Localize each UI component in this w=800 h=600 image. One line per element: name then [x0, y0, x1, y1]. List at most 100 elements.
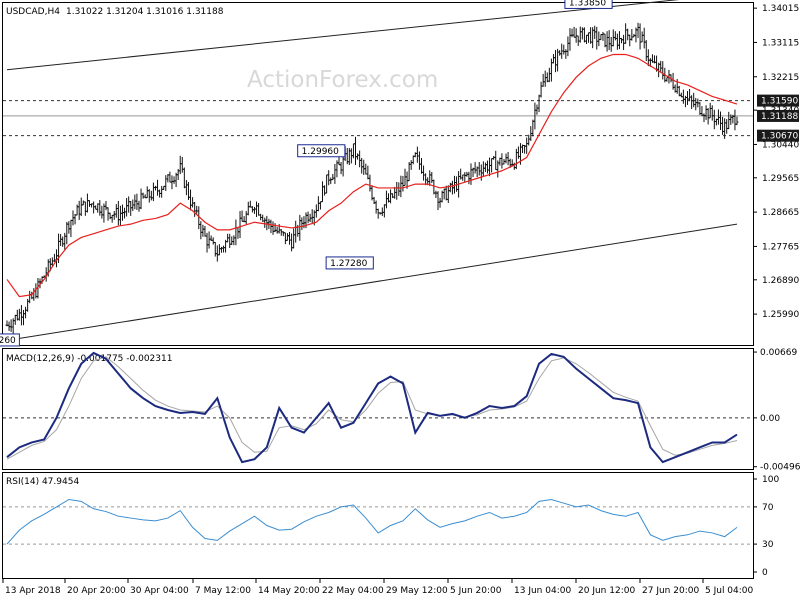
ohlc-bar: [725, 119, 729, 134]
time-tick-label: 30 Apr 04:00: [130, 586, 189, 596]
callout-label: 1.29960: [302, 147, 339, 157]
ohlc-bar: [735, 116, 739, 126]
ohlc-bar: [615, 33, 619, 50]
ohlc-bar: [719, 111, 723, 131]
ohlc-bar: [145, 186, 149, 199]
ohlc-bar: [485, 160, 489, 174]
ohlc-bar: [263, 217, 267, 228]
ohlc-bar: [65, 221, 69, 245]
macd-layer: [3, 351, 753, 464]
ohlc-bar: [100, 205, 104, 219]
ohlc-bar: [211, 237, 215, 245]
time-tick-label: 27 Jun 20:00: [642, 586, 699, 596]
ohlc-bar: [539, 81, 543, 98]
ohlc-bar: [236, 227, 240, 239]
ohlc-bar: [572, 26, 576, 38]
ohlc-bar: [21, 309, 25, 326]
ohlc-bar: [622, 34, 626, 51]
ohlc-bar: [178, 155, 182, 175]
ohlc-label: 1.31022 1.31204 1.31016 1.31188: [66, 7, 224, 17]
ohlc-bar: [248, 200, 252, 208]
ohlc-bar: [13, 314, 17, 325]
ohlc-bar: [149, 190, 153, 201]
ohlc-bar: [432, 179, 436, 195]
ohlc-bar: [104, 200, 108, 211]
ohlc-bar: [568, 28, 572, 51]
ohlc-bar: [234, 219, 238, 246]
rsi-tick-label: 0: [762, 568, 768, 578]
ohlc-bar: [213, 241, 217, 257]
time-tick-label: 14 May 20:00: [258, 586, 320, 596]
ohlc-bar: [617, 31, 621, 50]
ohlc-bar: [549, 58, 553, 82]
ohlc-bar: [428, 170, 432, 186]
ohlc-bar: [69, 219, 73, 238]
time-axis: 13 Apr 2018 20 Apr 20:00 30 Apr 04:00 7 May…: [2, 578, 754, 596]
ohlc-bar: [506, 151, 510, 166]
macd-panel-frame: [2, 348, 754, 470]
ohlc-bar: [461, 174, 465, 181]
ohlc-bar: [436, 191, 440, 211]
ohlc-bar: [141, 192, 145, 199]
ohlc-bar: [135, 193, 139, 210]
ohlc-bar: [551, 54, 555, 64]
ohlc-bar: [595, 26, 599, 50]
ohlc-bar: [96, 203, 100, 213]
price-tick-label: 1.27765: [762, 242, 799, 252]
ohlc-bar: [702, 113, 706, 123]
ohlc-bar: [446, 185, 450, 203]
ohlc-bar: [170, 175, 174, 190]
price-tick-label: 1.28665: [762, 208, 799, 218]
ohlc-bar: [98, 200, 102, 216]
ohlc-bar: [244, 211, 248, 225]
ohlc-bar: [81, 200, 85, 206]
ohlc-bar: [73, 213, 77, 225]
ohlc-bar: [686, 91, 690, 105]
ohlc-bar: [191, 197, 195, 208]
ohlc-bar: [329, 177, 333, 185]
ohlc-bar: [232, 235, 236, 246]
ohlc-bar: [19, 305, 23, 326]
ohlc-bar: [661, 61, 665, 80]
rsi-line: [6, 498, 738, 545]
ohlc-bar: [271, 221, 275, 235]
ohlc-bar: [620, 37, 624, 44]
ohlc-bar: [500, 153, 504, 169]
ohlc-bar: [125, 198, 129, 217]
ohlc-bar: [323, 185, 327, 196]
ohlc-bar: [636, 22, 640, 38]
ohlc-bar: [469, 163, 473, 185]
ohlc-bar: [222, 245, 226, 253]
ohlc-bar: [358, 150, 362, 168]
ohlc-bar: [238, 211, 242, 239]
ohlc-bar: [417, 151, 421, 170]
ohlc-bar: [481, 161, 485, 177]
ohlc-bar: [401, 175, 405, 192]
ohlc-bar: [137, 200, 141, 212]
price-panel-frame: [2, 2, 754, 346]
ohlc-bar: [434, 190, 438, 199]
ohlc-bar: [339, 162, 343, 175]
ohlc-bar: [630, 29, 634, 41]
ohlc-bar: [207, 231, 211, 249]
ohlc-bar: [228, 233, 232, 248]
ohlc-bar: [189, 189, 193, 211]
ohlc-bar: [75, 204, 79, 216]
ohlc-bar: [360, 157, 364, 174]
ohlc-bar: [688, 88, 692, 102]
ohlc-bar: [727, 111, 731, 130]
ohlc-bar: [217, 244, 221, 256]
time-tick-label: 13 Apr 2018: [5, 586, 61, 596]
ohlc-bar: [430, 171, 434, 184]
ohlc-bar: [733, 109, 737, 131]
price-tick-label: 1.32215: [762, 73, 799, 83]
ohlc-bar: [582, 27, 586, 43]
ohlc-bar: [116, 201, 120, 226]
time-tick-label: 20 Jun 12:00: [578, 586, 635, 596]
ohlc-bar: [24, 306, 28, 319]
ohlc-bar: [147, 189, 151, 203]
ohlc-bar: [94, 205, 98, 210]
ohlc-bar: [389, 189, 393, 204]
ohlc-bar: [374, 200, 378, 214]
ohlc-bar: [139, 188, 143, 210]
